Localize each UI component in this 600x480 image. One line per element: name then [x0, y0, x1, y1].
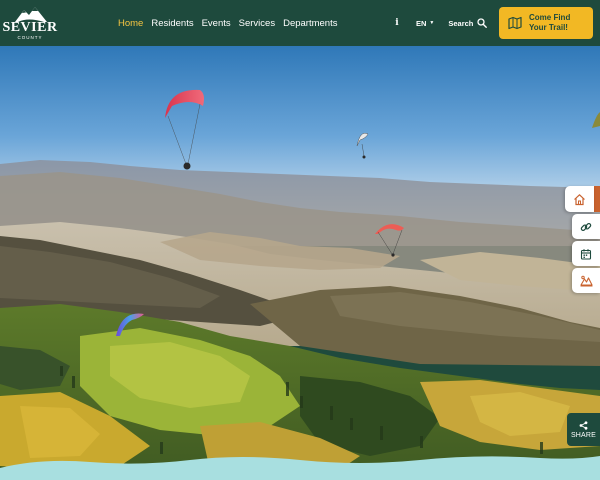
sevier-county-logo[interactable]: SEVIER COUNTY: [2, 5, 57, 41]
language-value: EN: [416, 18, 427, 28]
main-nav: Home Residents Events Services Departmen…: [118, 0, 337, 46]
nav-departments[interactable]: Departments: [283, 18, 337, 29]
hero-image: [0, 46, 600, 480]
search-button[interactable]: Search: [448, 18, 488, 28]
rail-parks-button[interactable]: [572, 268, 600, 293]
rail-home-button[interactable]: [565, 186, 594, 212]
logo-wordmark: SEVIER: [2, 20, 58, 35]
calendar-icon: [580, 248, 592, 260]
rail-link-button[interactable]: [572, 214, 600, 239]
nav-events[interactable]: Events: [202, 18, 231, 29]
parks-icon: [579, 275, 593, 286]
nav-home[interactable]: Home: [118, 18, 143, 29]
rail-calendar-button[interactable]: [572, 241, 600, 266]
find-trail-button[interactable]: Come Find Your Trail!: [499, 7, 593, 39]
search-icon: [477, 18, 488, 28]
nav-services[interactable]: Services: [239, 18, 275, 29]
link-icon: [580, 222, 592, 231]
find-trail-label: Come Find Your Trail!: [529, 13, 571, 32]
info-icon[interactable]: i: [392, 18, 402, 28]
rail-accent: [594, 186, 600, 212]
logo-subtitle: COUNTY: [17, 35, 43, 40]
search-label: Search: [448, 18, 474, 28]
share-icon: [579, 420, 588, 430]
home-icon: [574, 193, 585, 205]
share-label: SHARE: [570, 431, 597, 439]
nav-residents[interactable]: Residents: [151, 18, 193, 29]
language-select[interactable]: EN ▼: [416, 19, 434, 28]
site-header: SEVIER COUNTY Home Residents Events Serv…: [0, 0, 600, 46]
map-icon: [508, 16, 522, 30]
chevron-down-icon: ▼: [429, 20, 435, 26]
utility-bar: i EN ▼ Search: [392, 0, 488, 46]
share-button[interactable]: SHARE: [567, 413, 600, 446]
